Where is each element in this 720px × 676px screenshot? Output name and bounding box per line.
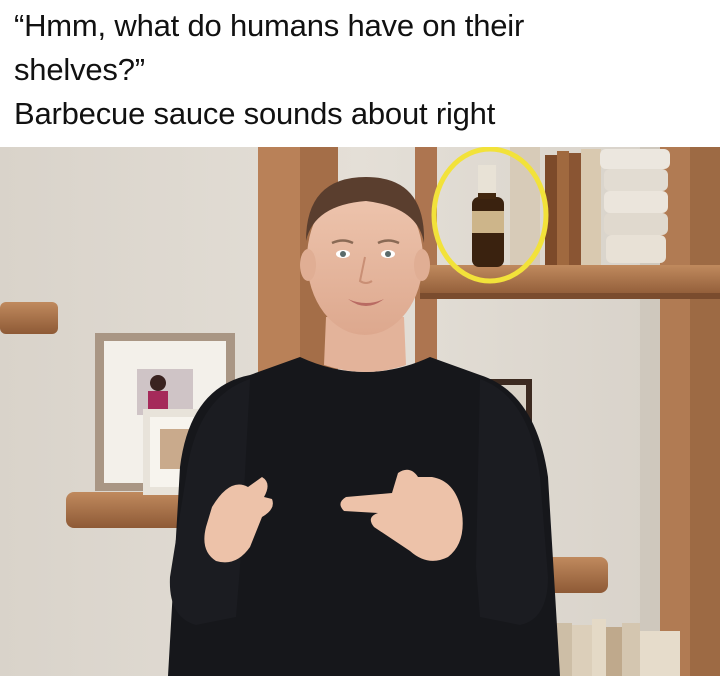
caption-line-3: Barbecue sauce sounds about right (14, 96, 496, 131)
caption-line-1: “Hmm, what do humans have on their (14, 8, 525, 43)
meme-photo (0, 147, 720, 676)
stacked-bowls (600, 149, 670, 263)
caption-line-2: shelves?” (14, 52, 145, 87)
meme-caption: “Hmm, what do humans have on their shelv… (14, 4, 714, 136)
